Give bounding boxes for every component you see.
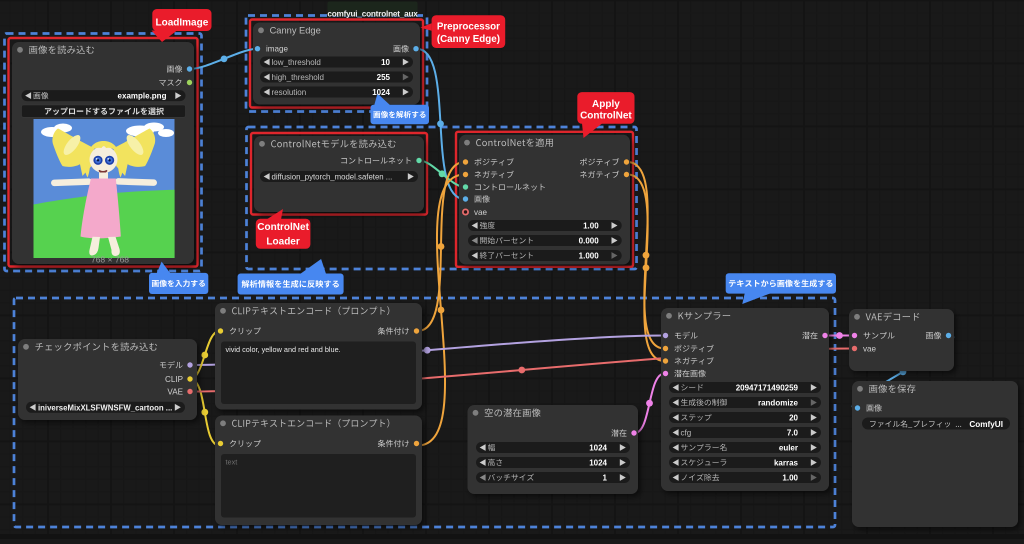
svg-text:image: image [266, 45, 289, 54]
svg-text:Canny Edge: Canny Edge [270, 26, 321, 36]
svg-text:CLIP: CLIP [165, 375, 183, 384]
svg-text:resolution: resolution [272, 88, 307, 97]
svg-text:low_threshold: low_threshold [272, 58, 321, 67]
svg-text:comfyui_controlnet_aux: comfyui_controlnet_aux [327, 10, 418, 19]
svg-text:high_threshold: high_threshold [272, 73, 324, 82]
svg-text:LoadImage: LoadImage [156, 18, 209, 29]
svg-text:0.000: 0.000 [579, 236, 600, 245]
svg-text:10: 10 [381, 58, 390, 67]
svg-text:text: text [226, 458, 238, 467]
svg-text:1.000: 1.000 [579, 251, 600, 260]
svg-text:example.png: example.png [118, 92, 167, 101]
svg-text:euler: euler [779, 443, 798, 452]
svg-text:1024: 1024 [372, 88, 390, 97]
svg-text:768 × 768: 768 × 768 [91, 255, 129, 265]
svg-text:VAE: VAE [167, 388, 183, 397]
svg-text:cfg: cfg [681, 428, 692, 437]
svg-text:ControlNet: ControlNet [257, 222, 309, 233]
svg-text:vae: vae [474, 208, 488, 217]
svg-text:Preprocessor: Preprocessor [437, 22, 500, 33]
svg-text:karras: karras [774, 458, 799, 467]
svg-text:randomize: randomize [758, 398, 799, 407]
svg-text:iniverseMixXLSFWNSFW_cartoon .: iniverseMixXLSFWNSFW_cartoon ... [38, 403, 172, 412]
svg-text:1: 1 [603, 473, 608, 482]
svg-text:ComfyUI: ComfyUI [969, 420, 1003, 429]
svg-text:1024: 1024 [589, 443, 607, 452]
svg-text:1024: 1024 [589, 458, 607, 467]
svg-text:255: 255 [377, 73, 391, 82]
svg-text:Loader: Loader [266, 236, 299, 247]
svg-text:7.0: 7.0 [787, 428, 799, 437]
svg-text:Apply: Apply [592, 99, 620, 110]
svg-text:1.00: 1.00 [583, 221, 599, 230]
svg-text:diffusion_pytorch_model.safete: diffusion_pytorch_model.safeten ... [272, 173, 393, 182]
svg-text:1.00: 1.00 [782, 473, 798, 482]
svg-text:20: 20 [789, 413, 798, 422]
svg-text:(Canny Edge): (Canny Edge) [437, 34, 500, 45]
svg-text:vivid color, yellow and red an: vivid color, yellow and red and blue. [226, 345, 341, 354]
svg-text:ControlNet: ControlNet [580, 111, 632, 122]
svg-text:20947171490259: 20947171490259 [736, 383, 799, 392]
svg-text:vae: vae [863, 345, 877, 354]
